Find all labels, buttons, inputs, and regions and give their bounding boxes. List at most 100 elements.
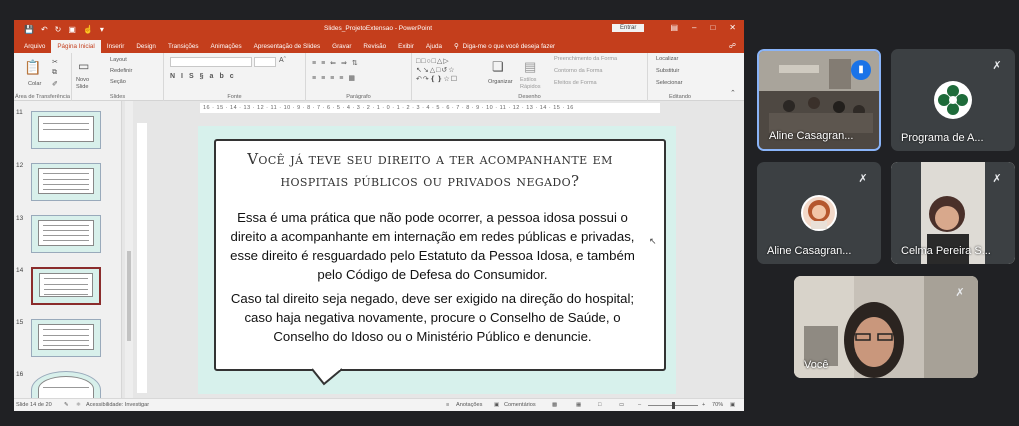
tab-transicoes[interactable]: Transições bbox=[162, 43, 205, 53]
font-size-select[interactable] bbox=[254, 57, 276, 67]
participant-tile-programa[interactable]: ✗ Programa de A... bbox=[891, 49, 1015, 151]
save-icon[interactable]: 💾 bbox=[24, 25, 34, 34]
slide-title[interactable]: Você já teve seu direito a ter acompanha… bbox=[215, 148, 645, 192]
shape-outline-button[interactable]: Contorno da Forma bbox=[554, 68, 603, 74]
zoom-slider-thumb[interactable] bbox=[672, 402, 675, 409]
find-button[interactable]: Localizar bbox=[656, 56, 678, 62]
participant-tile-celma[interactable]: ✗ Celma Pereira S... bbox=[891, 162, 1015, 264]
arrange-icon[interactable]: ❏ bbox=[492, 59, 504, 75]
sorter-view-icon[interactable]: ▦ bbox=[576, 402, 581, 408]
thumb-number: 16 bbox=[16, 371, 24, 378]
zoom-out-icon[interactable]: – bbox=[638, 402, 641, 408]
tab-revisao[interactable]: Revisão bbox=[357, 43, 392, 53]
quick-styles-button[interactable]: Estilos Rápidos bbox=[520, 77, 546, 91]
section-button[interactable]: Seção bbox=[110, 79, 126, 85]
shape-fill-button[interactable]: Preenchimento da Forma bbox=[554, 56, 617, 62]
slide-thumbnail-13[interactable] bbox=[31, 215, 101, 253]
list-icons[interactable]: ≡≡⇐⇒⇅ bbox=[312, 59, 363, 67]
notes-icon[interactable]: ≡ bbox=[446, 402, 449, 408]
font-format-icons[interactable]: NIS§abc bbox=[170, 73, 240, 80]
select-button[interactable]: Selecionar bbox=[656, 80, 682, 86]
ribbon-display-icon[interactable]: ▤ bbox=[670, 23, 678, 32]
thumb-number: 15 bbox=[16, 319, 24, 326]
status-bar: Slide 14 de 20 ✎ ⚛ Acessibilidade: Inves… bbox=[14, 398, 744, 411]
slide-thumbnail-11[interactable] bbox=[31, 111, 101, 149]
group-clipboard: 📋 Colar ✂ ⧉ ✐ Área de Transferência bbox=[14, 53, 72, 101]
comments-icon[interactable]: ▣ bbox=[494, 402, 499, 408]
participant-tile-aline-1[interactable]: ▮ Aline Casagran... bbox=[757, 49, 881, 151]
group-label-editing: Editando bbox=[668, 94, 692, 100]
editor-scrollbar[interactable] bbox=[736, 101, 744, 398]
tab-arquivo[interactable]: Arquivo bbox=[18, 43, 51, 53]
slideshow-view-icon[interactable]: ▭ bbox=[619, 402, 624, 408]
group-font: Aˆ NIS§abc Fonte bbox=[164, 53, 306, 101]
tab-design[interactable]: Design bbox=[130, 43, 162, 53]
mic-off-icon: ✗ bbox=[992, 60, 1002, 72]
layout-button[interactable]: Layout bbox=[110, 57, 127, 63]
accessibility-icon[interactable]: ⚛ bbox=[76, 402, 81, 408]
zoom-level[interactable]: 70% bbox=[712, 402, 723, 408]
shape-effects-button[interactable]: Efeitos de Forma bbox=[554, 80, 597, 86]
font-grow-icon[interactable]: Aˆ bbox=[279, 57, 286, 64]
touch-mode-icon[interactable]: ☝ bbox=[83, 25, 93, 34]
spellcheck-icon[interactable]: ✎ bbox=[64, 402, 69, 408]
zoom-in-icon[interactable]: + bbox=[702, 402, 705, 408]
minimize-icon[interactable]: – bbox=[692, 23, 696, 32]
ribbon-tabs: Arquivo Página Inicial Inserir Design Tr… bbox=[14, 38, 744, 53]
align-icons[interactable]: ≡≡≡≡▦ bbox=[312, 74, 360, 82]
cut-icon[interactable]: ✂ bbox=[52, 58, 58, 66]
participant-tile-aline-2[interactable]: ✗ Aline Casagran... bbox=[757, 162, 881, 264]
group-label-clipboard: Área de Transferência bbox=[14, 94, 71, 100]
tab-gravar[interactable]: Gravar bbox=[326, 43, 357, 53]
paste-icon[interactable]: 📋 bbox=[24, 59, 41, 76]
normal-view-icon[interactable]: ▩ bbox=[552, 402, 557, 408]
accessibility-status[interactable]: Acessibilidade: Investigar bbox=[86, 402, 149, 408]
paste-button[interactable]: Colar bbox=[28, 81, 41, 87]
sign-in-button[interactable]: Entrar bbox=[612, 24, 645, 32]
tab-pagina-inicial[interactable]: Página Inicial bbox=[51, 40, 101, 53]
thumbnail-scrollbar[interactable] bbox=[125, 101, 133, 398]
group-label-font: Fonte bbox=[227, 94, 242, 100]
copy-icon[interactable]: ⧉ bbox=[52, 69, 57, 77]
arrange-button[interactable]: Organizar bbox=[488, 79, 513, 85]
format-painter-icon[interactable]: ✐ bbox=[52, 80, 58, 88]
quick-styles-icon[interactable]: ▤ bbox=[524, 59, 536, 75]
tab-animacoes[interactable]: Animações bbox=[205, 43, 248, 53]
slide-paragraph-1[interactable]: Essa é uma prática que não pode ocorrer,… bbox=[225, 208, 640, 284]
slide-thumbnail-12[interactable] bbox=[31, 163, 101, 201]
tab-ajuda[interactable]: Ajuda bbox=[420, 43, 448, 53]
new-slide-icon[interactable]: ▭ bbox=[78, 59, 89, 73]
replace-button[interactable]: Substituir bbox=[656, 68, 679, 74]
tab-inserir[interactable]: Inserir bbox=[101, 43, 131, 53]
new-slide-button[interactable]: Novo Slide bbox=[76, 77, 102, 91]
reading-view-icon[interactable]: □ bbox=[598, 402, 601, 408]
tell-me-text: Diga-me o que você deseja fazer bbox=[462, 43, 556, 50]
bubble-tail-icon bbox=[311, 368, 343, 386]
scroll-thumb[interactable] bbox=[127, 251, 131, 341]
font-family-select[interactable] bbox=[170, 57, 252, 67]
mic-off-icon: ✗ bbox=[858, 173, 868, 185]
slide-thumbnail-14[interactable] bbox=[31, 267, 101, 305]
slide-paragraph-2[interactable]: Caso tal direito seja negado, deve ser e… bbox=[225, 289, 640, 346]
shapes-gallery[interactable]: □□○□△▷ ↖↘△□↺☆ ↶↷❴❵☆☐ bbox=[416, 57, 480, 87]
collapse-ribbon-icon[interactable]: ⌃ bbox=[730, 89, 736, 97]
notes-button[interactable]: Anotações bbox=[456, 402, 482, 408]
start-presentation-icon[interactable]: ▣ bbox=[68, 25, 76, 34]
tab-exibir[interactable]: Exibir bbox=[392, 43, 420, 53]
reset-button[interactable]: Redefinir bbox=[110, 68, 132, 74]
undo-icon[interactable]: ↶ bbox=[41, 25, 48, 34]
tab-apresentacao[interactable]: Apresentação de Slides bbox=[248, 43, 327, 53]
slide-thumbnail-15[interactable] bbox=[31, 319, 101, 357]
maximize-icon[interactable]: □ bbox=[710, 23, 715, 32]
group-label-drawing: Desenho bbox=[518, 94, 541, 100]
group-label-paragraph: Parágrafo bbox=[346, 94, 371, 100]
fit-slide-icon[interactable]: ▣ bbox=[730, 402, 735, 408]
slide-thumbnail-16[interactable] bbox=[31, 371, 101, 398]
comments-button[interactable]: Comentários bbox=[504, 402, 536, 408]
customize-chevron-icon[interactable]: ▾ bbox=[100, 25, 104, 34]
close-icon[interactable]: ✕ bbox=[729, 23, 736, 32]
participant-tile-self[interactable]: ✗ Você bbox=[794, 276, 978, 378]
redo-icon[interactable]: ↻ bbox=[55, 25, 62, 34]
tell-me-box[interactable]: ⚲ Diga-me o que você deseja fazer bbox=[448, 43, 561, 53]
share-icon[interactable]: ☍ bbox=[729, 42, 736, 50]
